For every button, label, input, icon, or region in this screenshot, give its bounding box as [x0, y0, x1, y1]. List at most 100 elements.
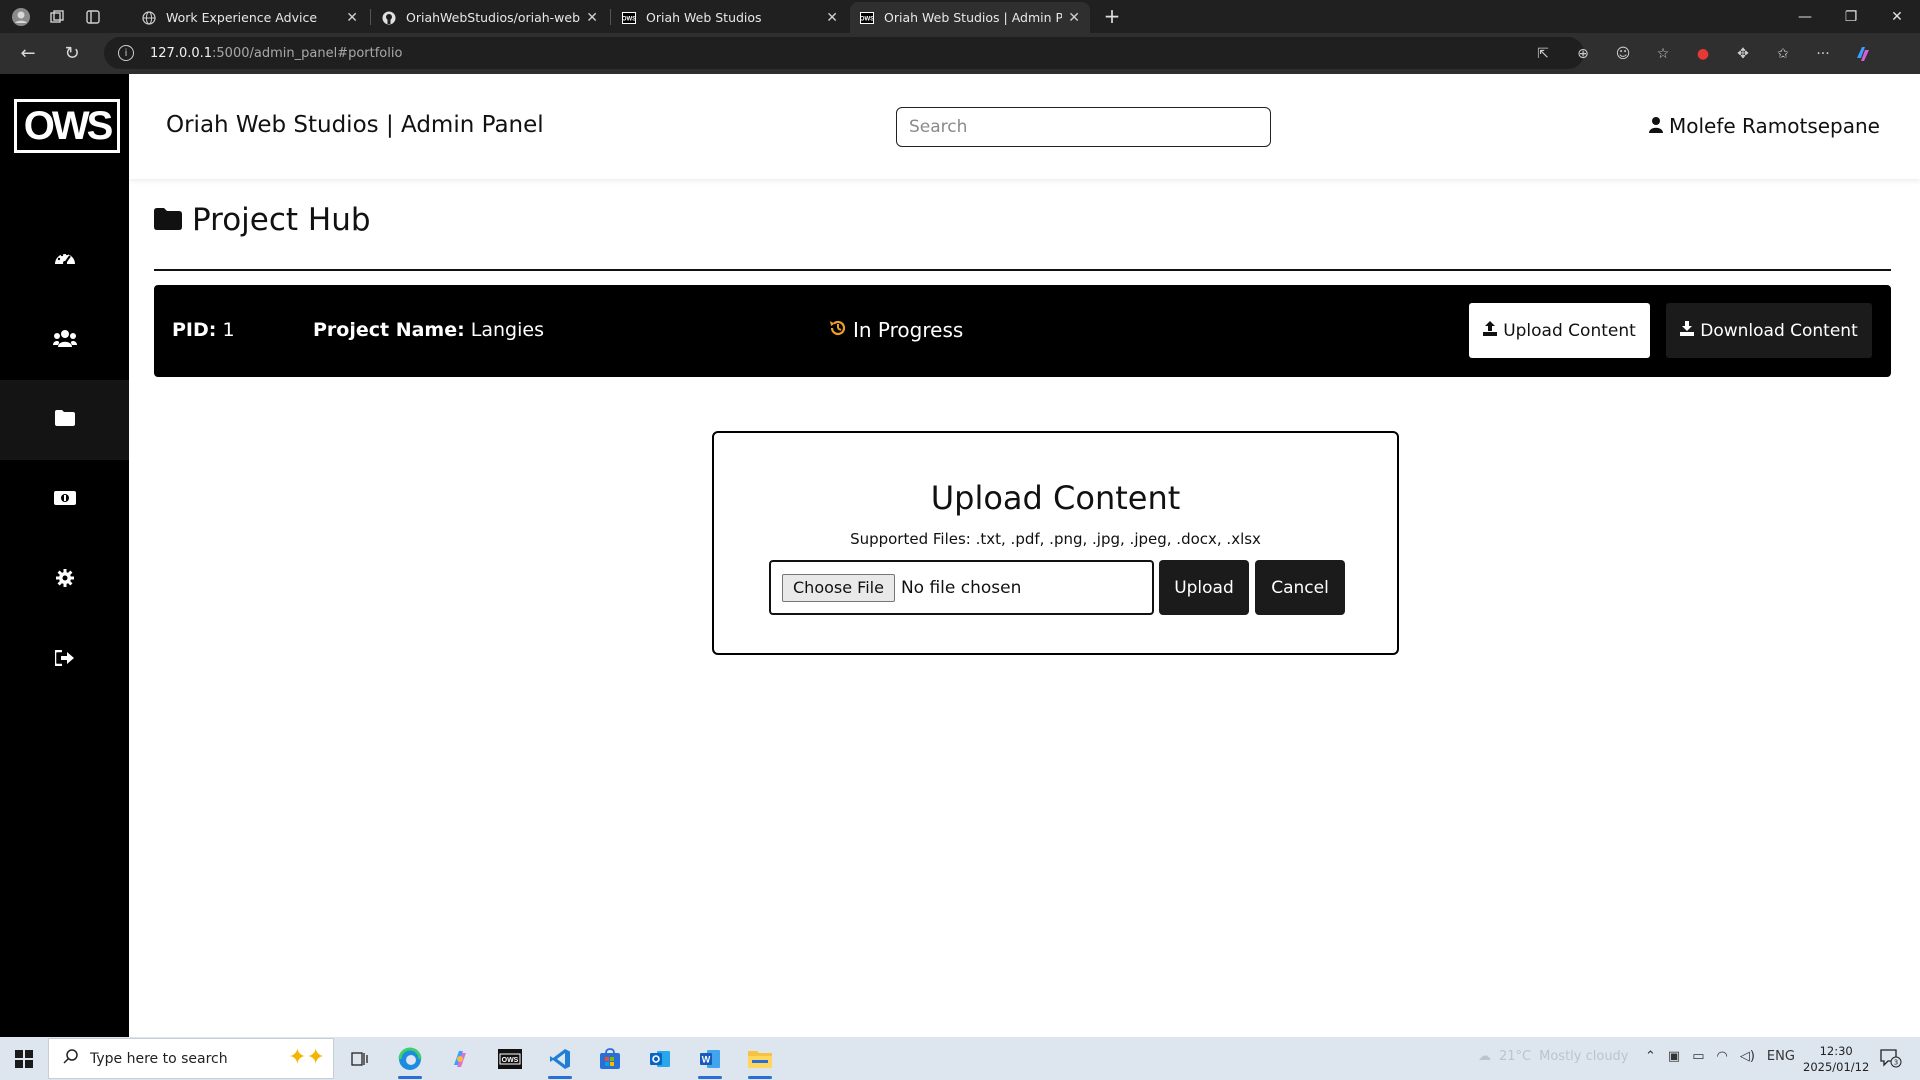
- url-field[interactable]: i 127.0.0.1:5000/admin_panel#portfolio: [104, 37, 1584, 69]
- system-tray: ⌃ ▣ ▭ ◠ ◁) ENG: [1645, 1049, 1795, 1064]
- extension-icon[interactable]: ●: [1690, 41, 1716, 67]
- top-header: Oriah Web Studios | Admin Panel Molefe R…: [129, 74, 1920, 179]
- weather-widget[interactable]: ☁ 21°C Mostly cloudy: [1478, 1049, 1629, 1064]
- dashboard-icon: [54, 249, 76, 271]
- close-tab-icon[interactable]: ✕: [1068, 10, 1080, 26]
- sidebar-item-finance[interactable]: [0, 460, 129, 540]
- user-icon: [1649, 114, 1663, 138]
- url-path: :5000/admin_panel#portfolio: [212, 45, 403, 61]
- close-tab-icon[interactable]: ✕: [826, 10, 838, 26]
- gear-icon: [55, 569, 74, 591]
- search-input[interactable]: [896, 107, 1271, 147]
- close-window-button[interactable]: ✕: [1874, 0, 1920, 33]
- word-icon[interactable]: W: [686, 1037, 734, 1080]
- search-icon: [63, 1049, 78, 1068]
- upload-button[interactable]: Upload: [1159, 560, 1249, 615]
- ows-logo[interactable]: OWS: [14, 99, 120, 153]
- svg-text:OWS: OWS: [502, 1057, 519, 1064]
- svg-text:OWS: OWS: [860, 16, 874, 22]
- favorite-star-icon[interactable]: ☆: [1650, 41, 1676, 67]
- tab-actions-icon[interactable]: [80, 4, 106, 30]
- browser-tab[interactable]: OWS Oriah Web Studios ✕: [612, 2, 848, 33]
- back-arrow-icon[interactable]: ←: [12, 37, 44, 69]
- windows-start-icon[interactable]: [0, 1037, 48, 1080]
- refresh-icon[interactable]: ↻: [56, 37, 88, 69]
- profile-icon[interactable]: [8, 4, 34, 30]
- chevron-up-icon[interactable]: ⌃: [1645, 1049, 1656, 1064]
- folder-icon: [154, 202, 182, 238]
- clock-date: 2025/01/12: [1803, 1060, 1870, 1074]
- wifi-icon[interactable]: ◠: [1717, 1049, 1728, 1064]
- pid-value: 1: [222, 319, 235, 341]
- status-text: In Progress: [853, 318, 964, 342]
- new-tab-button[interactable]: +: [1100, 4, 1124, 28]
- copilot-app-icon[interactable]: [436, 1037, 484, 1080]
- sidebar-item-logout[interactable]: [0, 620, 129, 700]
- user-name: Molefe Ramotsepane: [1669, 114, 1880, 138]
- more-menu-icon[interactable]: ···: [1810, 41, 1836, 67]
- folder-icon: [54, 410, 75, 430]
- supported-files-text: Supported Files: .txt, .pdf, .png, .jpg,…: [850, 530, 1261, 548]
- sidebar-item-dashboard[interactable]: [0, 220, 129, 300]
- open-in-app-icon[interactable]: ⇱: [1530, 41, 1556, 67]
- vscode-icon[interactable]: [536, 1037, 584, 1080]
- money-icon: [53, 490, 76, 510]
- copilot-icon[interactable]: [1850, 41, 1876, 67]
- divider: [154, 269, 1891, 271]
- upload-content-button[interactable]: Upload Content: [1469, 303, 1650, 358]
- store-icon[interactable]: [586, 1037, 634, 1080]
- weather-icon: ☁: [1478, 1049, 1491, 1064]
- restore-button[interactable]: ❐: [1828, 0, 1874, 33]
- task-view-icon[interactable]: [336, 1037, 384, 1080]
- notifications-icon[interactable]: 3: [1880, 1048, 1902, 1068]
- site-info-icon[interactable]: i: [118, 45, 134, 61]
- file-input[interactable]: Choose File No file chosen: [769, 560, 1154, 615]
- outlook-icon[interactable]: [636, 1037, 684, 1080]
- workspaces-icon[interactable]: [44, 4, 70, 30]
- close-tab-icon[interactable]: ✕: [346, 10, 358, 26]
- clock[interactable]: 12:30 2025/01/12: [1803, 1043, 1869, 1075]
- close-tab-icon[interactable]: ✕: [586, 10, 598, 26]
- choose-file-button[interactable]: Choose File: [782, 573, 895, 602]
- browser-tab[interactable]: Work Experience Advice ✕: [132, 2, 368, 33]
- tab-title: Oriah Web Studios: [646, 10, 762, 25]
- file-explorer-icon[interactable]: [736, 1037, 784, 1080]
- project-hub-heading: Project Hub: [154, 202, 371, 238]
- cancel-button[interactable]: Cancel: [1255, 560, 1345, 615]
- edge-icon[interactable]: [386, 1037, 434, 1080]
- reading-mode-icon[interactable]: ☺: [1610, 41, 1636, 67]
- volume-icon[interactable]: ◁): [1740, 1049, 1755, 1064]
- extensions-puzzle-icon[interactable]: ✥: [1730, 41, 1756, 67]
- battery-icon[interactable]: ▭: [1692, 1049, 1704, 1064]
- sidebar: OWS: [0, 74, 129, 1037]
- project-row: PID: 1 Project Name: Langies In Progress…: [154, 285, 1891, 377]
- tab-title: Oriah Web Studios | Admin Panel: [884, 10, 1063, 25]
- url-host: 127.0.0.1: [150, 45, 213, 61]
- browser-tab[interactable]: OriahWebStudios/oriah-web-stud ✕: [372, 2, 608, 33]
- sidebar-item-clients[interactable]: [0, 300, 129, 380]
- meet-now-icon[interactable]: ▣: [1668, 1049, 1680, 1064]
- taskbar-search[interactable]: Type here to search ✦✦: [48, 1038, 334, 1079]
- windows-taskbar: Type here to search ✦✦ OWS W ☁ 21°C Most…: [0, 1037, 1920, 1080]
- sidebar-item-projects[interactable]: [0, 380, 129, 460]
- ows-app-icon[interactable]: OWS: [486, 1037, 534, 1080]
- download-icon: [1680, 320, 1695, 341]
- minimize-button[interactable]: —: [1782, 0, 1828, 33]
- user-profile[interactable]: Molefe Ramotsepane: [1649, 114, 1880, 138]
- upload-modal-title: Upload Content: [930, 479, 1181, 517]
- github-icon: [382, 11, 396, 25]
- clock-time: 12:30: [1819, 1044, 1853, 1058]
- favorites-icon[interactable]: ✩: [1770, 41, 1796, 67]
- tab-title: Work Experience Advice: [166, 10, 318, 25]
- ows-favicon: OWS: [860, 11, 874, 25]
- svg-text:OWS: OWS: [622, 16, 636, 22]
- sparkle-icon: ✦✦: [288, 1045, 325, 1070]
- language-indicator[interactable]: ENG: [1767, 1049, 1795, 1064]
- upload-content-label: Upload Content: [1503, 320, 1636, 341]
- browser-tab-active[interactable]: OWS Oriah Web Studios | Admin Panel ✕: [850, 2, 1090, 33]
- sidebar-item-settings[interactable]: [0, 540, 129, 620]
- upload-icon: [1483, 320, 1498, 341]
- download-content-button[interactable]: Download Content: [1666, 303, 1872, 358]
- project-name: Project Name: Langies: [313, 319, 544, 341]
- zoom-icon[interactable]: ⊕: [1570, 41, 1596, 67]
